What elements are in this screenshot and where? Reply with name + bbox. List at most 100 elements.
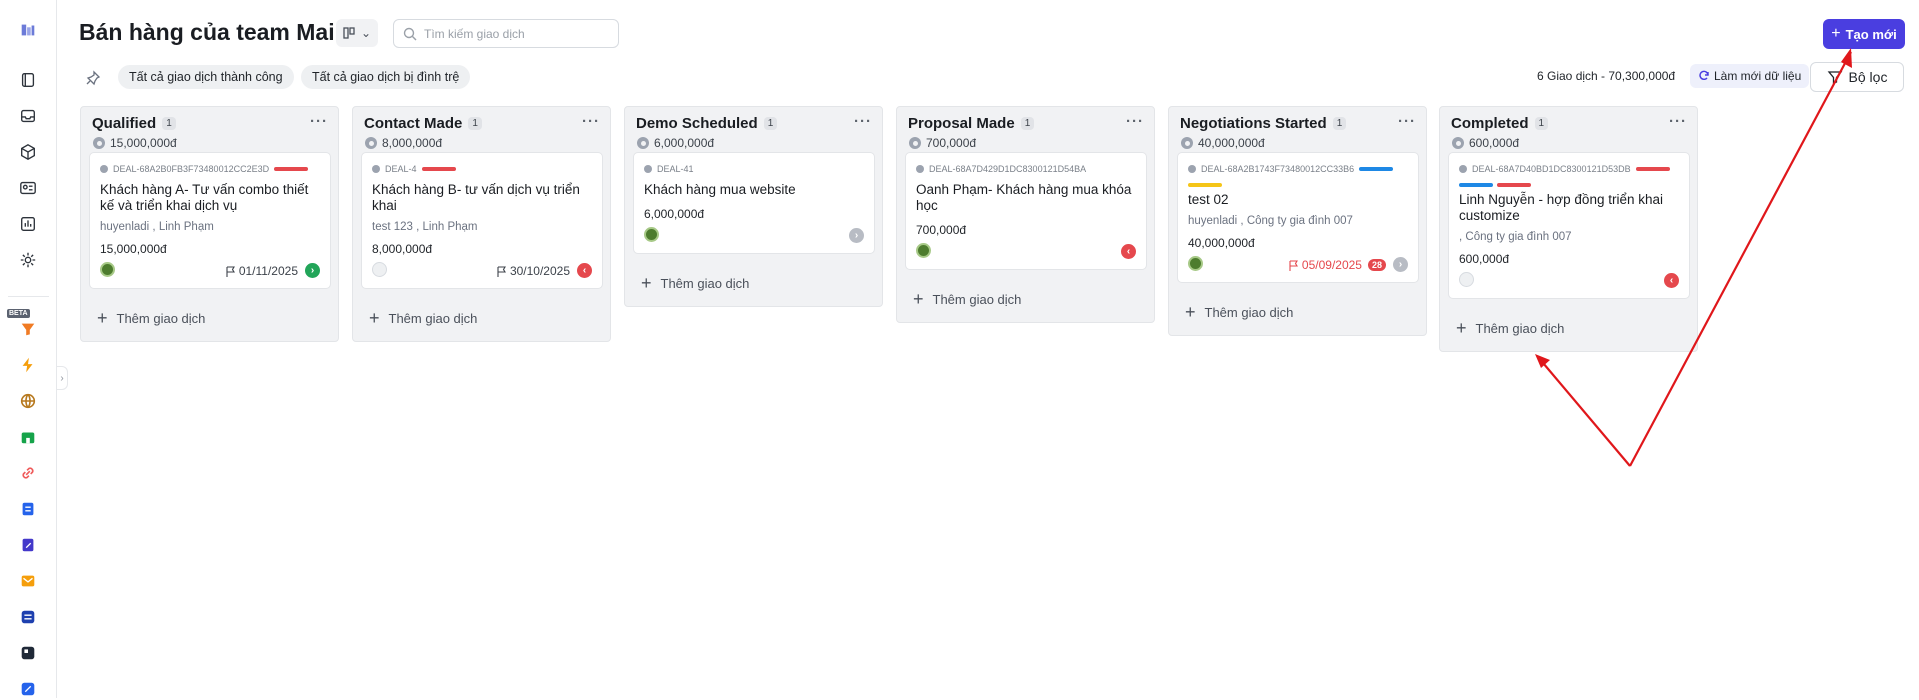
sidebar-collapse-toggle[interactable]: › [56,366,68,390]
column-count-badge: 1 [1332,117,1347,130]
refresh-data-button[interactable]: Làm mới dữ liệu [1690,64,1810,88]
chip-stalled-deals[interactable]: Tất cả giao dịch bị đình trệ [301,65,471,89]
due-date[interactable]: 30/10/2025 [497,264,570,278]
deal-amount: 40,000,000đ [1188,236,1255,250]
more-options-icon[interactable]: ··· [1669,113,1687,130]
column-title: Qualified [92,115,157,132]
deal-title[interactable]: test 02 [1188,192,1408,208]
lightning-icon[interactable] [17,354,39,376]
layout-icon[interactable] [17,642,39,664]
deal-owner: huyenladi , Công ty gia đình 007 [1188,215,1353,227]
deal-title[interactable]: Khách hàng A- Tư vấn combo thiết kế và t… [100,182,320,214]
add-deal-label: Thêm giao dịch [660,275,750,291]
add-deal-label: Thêm giao dịch [388,310,478,326]
deal-tag [274,167,309,171]
store-icon[interactable] [17,426,39,448]
deal-tag [1359,167,1394,171]
stage-move-icon[interactable]: › [1393,257,1408,272]
chart-icon[interactable] [17,213,39,235]
mail-template-icon[interactable] [17,570,39,592]
sidebar-divider [8,296,49,297]
deal-title[interactable]: Linh Nguyễn - hợp đồng triển khai custom… [1459,192,1679,224]
more-options-icon[interactable]: ··· [582,113,600,130]
deal-id: DEAL-4 [385,164,417,174]
deal-card[interactable]: DEAL-68A2B1743F73480012CC33B6 test 02 huye… [1177,152,1419,283]
deal-amount: 6,000,000đ [644,207,705,221]
avatar[interactable] [1188,256,1203,271]
workspace-logo-icon[interactable] [17,19,39,41]
avatar[interactable] [644,227,659,242]
deal-amount: 700,000đ [916,223,967,237]
edit-document-icon[interactable] [17,534,39,556]
coin-icon [1181,137,1193,149]
annotation-arrowhead-add-deal [1535,354,1550,368]
pin-icon[interactable] [85,70,101,86]
search-box[interactable] [393,19,619,48]
search-input[interactable] [424,26,604,41]
filter-button[interactable]: Bộ lọc [1810,62,1904,92]
column-total-value: 700,000đ [926,136,977,150]
column-header: Negotiations Started 1 ··· 40,000,000đ [1169,107,1426,152]
pen-icon[interactable] [17,678,39,700]
avatar[interactable] [1459,272,1474,287]
funnel-icon[interactable] [17,318,39,340]
page-title: Bán hàng của team Mai [79,19,335,45]
add-deal-button[interactable]: + Thêm giao dịch [353,297,610,341]
deal-footer: 01/11/2025 › [100,262,320,280]
add-deal-button[interactable]: + Thêm giao dịch [1169,291,1426,335]
more-options-icon[interactable]: ··· [854,113,872,130]
document-icon[interactable] [17,498,39,520]
add-deal-button[interactable]: + Thêm giao dịch [81,297,338,341]
column-total: 40,000,000đ [1181,136,1265,150]
deal-card[interactable]: DEAL-68A2B0FB3F73480012CC2E3D Khách hàng … [89,152,331,289]
link-icon[interactable] [17,462,39,484]
deal-card[interactable]: DEAL-68A7D40BD1DC8300121D53DB Linh Nguyễn… [1448,152,1690,299]
create-new-button[interactable]: + Tạo mới [1823,19,1905,49]
deal-title[interactable]: Khách hàng B- tư vấn dịch vụ triển khai [372,182,592,214]
plus-icon: + [1831,25,1841,42]
chip-successful-deals[interactable]: Tất cả giao dịch thành công [118,65,294,89]
deal-card[interactable]: DEAL-41 Khách hàng mua website 6,000,000đ › [633,152,875,254]
book-icon[interactable] [17,69,39,91]
stage-move-icon[interactable]: ‹ [1664,273,1679,288]
pipeline-column: Negotiations Started 1 ··· 40,000,000đ DEAL-… [1168,106,1427,336]
settings-icon[interactable] [17,249,39,271]
deal-card[interactable]: DEAL-68A7D429D1DC8300121D54BA Oanh Phạm- … [905,152,1147,270]
pipeline-column: Qualified 1 ··· 15,000,000đ DEAL-68A2B0FB3F7… [80,106,339,342]
deal-title[interactable]: Oanh Phạm- Khách hàng mua khóa học [916,182,1136,214]
coin-icon [1452,137,1464,149]
due-date[interactable]: 05/09/2025 28 [1289,258,1386,272]
more-options-icon[interactable]: ··· [1126,113,1144,130]
add-deal-button[interactable]: + Thêm giao dịch [1440,307,1697,351]
more-options-icon[interactable]: ··· [1398,113,1416,130]
column-count-badge: 1 [1020,117,1035,130]
box-icon[interactable] [17,141,39,163]
column-count-badge: 1 [468,117,482,130]
column-total-value: 15,000,000đ [110,136,177,150]
view-switcher-button[interactable]: ⌄ [336,19,378,47]
stage-move-icon[interactable]: ‹ [577,263,592,278]
stage-move-icon[interactable]: › [305,263,320,278]
avatar[interactable] [100,262,115,277]
stage-move-icon[interactable]: ‹ [1121,244,1136,259]
add-deal-button[interactable]: + Thêm giao dịch [897,278,1154,322]
flag-icon [497,265,506,277]
avatar[interactable] [372,262,387,277]
add-deal-button[interactable]: + Thêm giao dịch [625,262,882,306]
deal-title[interactable]: Khách hàng mua website [644,182,864,198]
stage-move-icon[interactable]: › [849,228,864,243]
deal-card[interactable]: DEAL-4 Khách hàng B- tư vấn dịch vụ triển… [361,152,603,289]
shuffle-icon[interactable] [17,606,39,628]
column-title: Proposal Made [908,115,1015,132]
more-options-icon[interactable]: ··· [310,113,328,130]
column-total: 15,000,000đ [93,136,177,150]
inbox-icon[interactable] [17,105,39,127]
column-total: 700,000đ [909,136,976,150]
due-date[interactable]: 01/11/2025 [226,264,298,278]
globe-icon[interactable] [17,390,39,412]
avatar[interactable] [916,243,931,258]
deal-owner: test 123 , Linh Phạm [372,221,478,233]
column-count-badge: 1 [162,117,176,130]
plus-icon: + [641,273,652,293]
contact-card-icon[interactable] [17,177,39,199]
